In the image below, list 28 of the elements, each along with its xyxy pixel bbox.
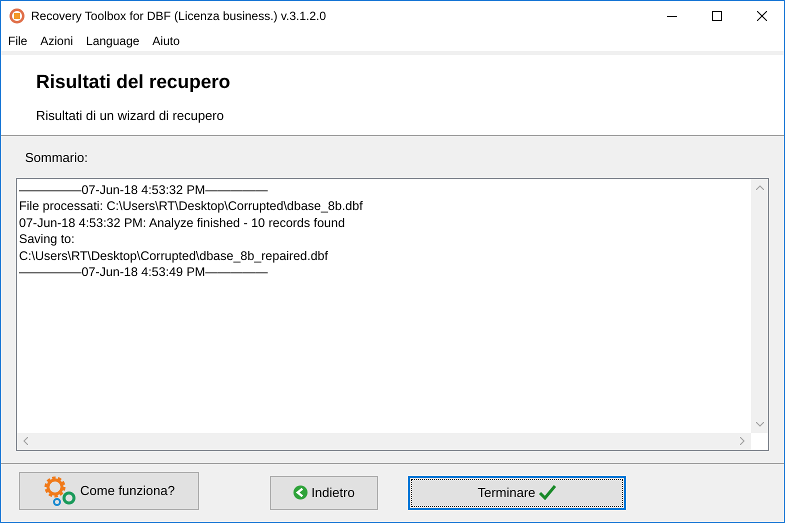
log-line: —————07-Jun-18 4:53:32 PM————— xyxy=(19,182,268,198)
log-line: Saving to: xyxy=(19,231,75,248)
scroll-left-icon[interactable] xyxy=(23,437,28,445)
menu-item[interactable]: Azioni xyxy=(40,32,74,50)
menu-item[interactable]: Aiuto xyxy=(152,32,180,50)
vertical-scrollbar[interactable] xyxy=(751,178,768,432)
log-line: File processati: C:\Users\RT\Desktop\Corrupted\dbase_8b.dbf xyxy=(19,198,363,214)
menu-item[interactable]: File xyxy=(8,32,28,50)
gears-icon xyxy=(43,474,78,506)
menu-item[interactable]: Language xyxy=(86,32,140,50)
horizontal-scrollbar[interactable] xyxy=(17,432,751,450)
page-title: Risultati del recupero xyxy=(36,71,232,95)
help-button[interactable]: Come funziona? xyxy=(19,472,199,510)
page-subtitle: Risultati di un wizard di recupero xyxy=(36,106,225,125)
window-title: Recovery Toolbox for DBF (Licenza business.) v.3.1.2.0 xyxy=(31,8,326,25)
log-line: —————07-Jun-18 4:53:49 PM————— xyxy=(19,264,268,280)
checkmark-icon xyxy=(539,485,556,500)
scroll-right-icon[interactable] xyxy=(740,437,745,445)
scroll-up-icon[interactable] xyxy=(756,184,764,190)
close-icon[interactable] xyxy=(757,11,767,21)
log-line: C:\Users\RT\Desktop\Corrupted\dbase_8b_repaired.dbf xyxy=(19,248,328,264)
app-logo-icon xyxy=(9,8,25,24)
scroll-down-icon[interactable] xyxy=(756,422,764,426)
maximize-icon[interactable] xyxy=(712,11,722,21)
back-button[interactable]: Indietro xyxy=(270,476,378,510)
log-line: 07-Jun-18 4:53:32 PM: Analyze finished - 10 records found xyxy=(19,214,345,231)
finish-button[interactable]: Terminare xyxy=(408,476,626,510)
summary-label: Sommario: xyxy=(25,149,89,167)
